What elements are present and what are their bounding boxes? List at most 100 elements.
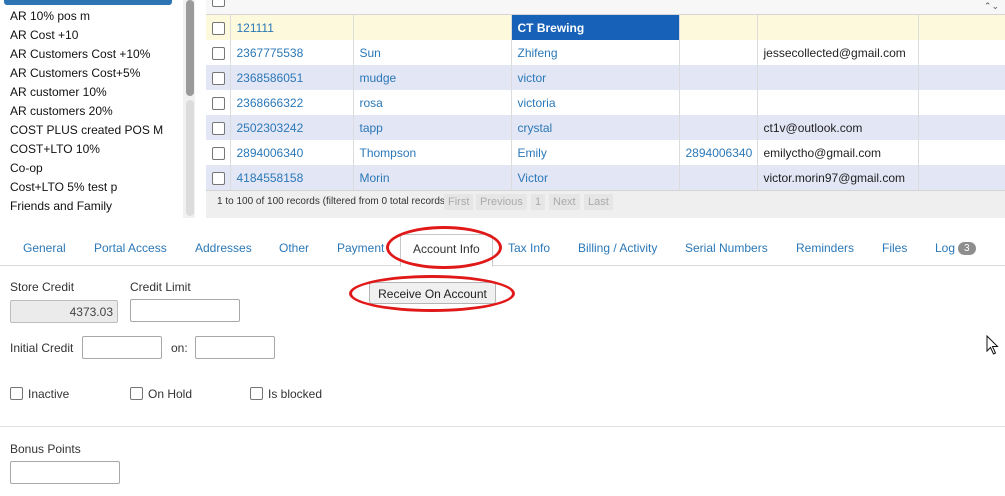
- on-hold-checkbox[interactable]: [130, 387, 143, 400]
- grid-header: ⌃⌄: [206, 0, 1005, 15]
- store-credit-field: [10, 300, 118, 323]
- list-selected-item[interactable]: [4, 0, 172, 5]
- is-blocked-checkbox[interactable]: [250, 387, 263, 400]
- on-hold-label: On Hold: [148, 387, 193, 401]
- email-cell: emilyctho@gmail.com: [757, 140, 919, 165]
- list-scrollbar-lower[interactable]: [186, 100, 194, 216]
- customer-detail-tabs: General Portal Access Addresses Other Pa…: [0, 232, 1005, 267]
- row-checkbox[interactable]: [212, 146, 225, 160]
- customer-id-link[interactable]: 2502303242: [230, 115, 354, 140]
- tab-general[interactable]: General: [23, 241, 66, 255]
- tab-billing-activity[interactable]: Billing / Activity: [578, 241, 657, 255]
- customer-table: 121111 CT Brewing 2367775538 Sun Zhifeng…: [206, 15, 1005, 190]
- pager-page-1[interactable]: 1: [531, 194, 546, 210]
- tab-reminders[interactable]: Reminders: [796, 241, 854, 255]
- list-item[interactable]: AR Customers Cost+5%: [10, 64, 163, 83]
- customer-id-link[interactable]: 2367775538: [230, 40, 354, 65]
- last-name-link[interactable]: [353, 15, 512, 40]
- last-name-link[interactable]: Sun: [353, 40, 512, 65]
- list-item[interactable]: AR 10% pos m: [10, 7, 163, 26]
- phone-link[interactable]: 2894006340: [679, 140, 758, 165]
- pager-last-button[interactable]: Last: [584, 194, 613, 210]
- list-item[interactable]: AR Customers Cost +10%: [10, 45, 163, 64]
- table-row[interactable]: 2368586051 mudge victor: [206, 65, 1005, 90]
- log-count-badge: 3: [958, 242, 976, 255]
- on-hold-option[interactable]: On Hold: [130, 387, 192, 401]
- customer-id-link[interactable]: 4184558158: [230, 165, 354, 190]
- mouse-cursor-icon: [986, 335, 999, 355]
- sort-arrows-icon[interactable]: ⌃⌄: [984, 0, 999, 12]
- credit-limit-field[interactable]: [130, 299, 240, 322]
- pager-next-button[interactable]: Next: [549, 194, 580, 210]
- list-item[interactable]: Friends and Family: [10, 197, 163, 216]
- phone-cell[interactable]: [679, 15, 758, 40]
- first-name-link[interactable]: Victor: [511, 165, 680, 190]
- phone-cell[interactable]: [679, 115, 758, 140]
- row-checkbox[interactable]: [212, 46, 225, 60]
- customer-id-link[interactable]: 2368586051: [230, 65, 354, 90]
- select-all-checkbox[interactable]: [212, 0, 225, 7]
- inactive-checkbox[interactable]: [10, 387, 23, 400]
- email-cell: [757, 15, 919, 40]
- email-cell: [757, 90, 919, 115]
- inactive-option[interactable]: Inactive: [10, 387, 69, 401]
- list-item[interactable]: AR customer 10%: [10, 83, 163, 102]
- tab-log[interactable]: Log 3: [935, 241, 976, 255]
- tab-addresses[interactable]: Addresses: [195, 241, 252, 255]
- table-row[interactable]: 2367775538 Sun Zhifeng jessecollected@gm…: [206, 40, 1005, 65]
- row-checkbox[interactable]: [212, 96, 225, 110]
- table-row[interactable]: 4184558158 Morin Victor victor.morin97@g…: [206, 165, 1005, 190]
- credit-limit-label: Credit Limit: [130, 280, 191, 294]
- last-name-link[interactable]: Morin: [353, 165, 512, 190]
- tab-portal-access[interactable]: Portal Access: [94, 241, 167, 255]
- tab-account-info[interactable]: Account Info: [400, 234, 493, 267]
- pager-previous-button[interactable]: Previous: [476, 194, 527, 210]
- first-name-link[interactable]: Emily: [511, 140, 680, 165]
- table-row[interactable]: 2894006340 Thompson Emily 2894006340 emi…: [206, 140, 1005, 165]
- row-checkbox[interactable]: [212, 71, 225, 85]
- first-name-link[interactable]: crystal: [511, 115, 680, 140]
- last-name-link[interactable]: Thompson: [353, 140, 512, 165]
- pager-first-button[interactable]: First: [444, 194, 474, 210]
- is-blocked-label: Is blocked: [268, 387, 323, 401]
- is-blocked-option[interactable]: Is blocked: [250, 387, 322, 401]
- list-item[interactable]: AR customers 20%: [10, 102, 163, 121]
- row-checkbox[interactable]: [212, 21, 225, 35]
- section-divider: [0, 426, 1005, 427]
- last-name-link[interactable]: tapp: [353, 115, 512, 140]
- tab-other[interactable]: Other: [279, 241, 309, 255]
- phone-cell[interactable]: [679, 90, 758, 115]
- table-row[interactable]: 2502303242 tapp crystal ct1v@outlook.com: [206, 115, 1005, 140]
- phone-cell[interactable]: [679, 65, 758, 90]
- bonus-points-field[interactable]: [10, 461, 120, 484]
- row-checkbox[interactable]: [212, 171, 225, 185]
- phone-cell[interactable]: [679, 40, 758, 65]
- row-checkbox[interactable]: [212, 121, 225, 135]
- list-scrollbar-thumb[interactable]: [186, 0, 194, 96]
- last-name-link[interactable]: mudge: [353, 65, 512, 90]
- tab-payment[interactable]: Payment: [337, 241, 384, 255]
- list-item[interactable]: Co-op: [10, 159, 163, 178]
- email-cell: [757, 65, 919, 90]
- receive-on-account-button[interactable]: Receive On Account: [369, 282, 496, 304]
- initial-credit-date-field[interactable]: [195, 336, 275, 359]
- customer-id-link[interactable]: 121111: [230, 15, 354, 40]
- last-name-link[interactable]: rosa: [353, 90, 512, 115]
- tab-tax-info[interactable]: Tax Info: [508, 241, 550, 255]
- tab-files[interactable]: Files: [882, 241, 907, 255]
- customer-id-link[interactable]: 2894006340: [230, 140, 354, 165]
- first-name-link[interactable]: Zhifeng: [511, 40, 680, 65]
- initial-credit-field[interactable]: [82, 336, 162, 359]
- first-name-link[interactable]: victoria: [511, 90, 680, 115]
- phone-cell[interactable]: [679, 165, 758, 190]
- table-row[interactable]: 121111 CT Brewing: [206, 15, 1005, 40]
- first-name-link[interactable]: victor: [511, 65, 680, 90]
- list-item[interactable]: COST+LTO 10%: [10, 140, 163, 159]
- tab-serial-numbers[interactable]: Serial Numbers: [685, 241, 768, 255]
- list-item[interactable]: COST PLUS created POS M: [10, 121, 163, 140]
- table-row[interactable]: 2368666322 rosa victoria: [206, 90, 1005, 115]
- list-item[interactable]: AR Cost +10: [10, 26, 163, 45]
- customer-id-link[interactable]: 2368666322: [230, 90, 354, 115]
- list-item[interactable]: Cost+LTO 5% test p: [10, 178, 163, 197]
- first-name-cell-selected[interactable]: CT Brewing: [511, 15, 680, 40]
